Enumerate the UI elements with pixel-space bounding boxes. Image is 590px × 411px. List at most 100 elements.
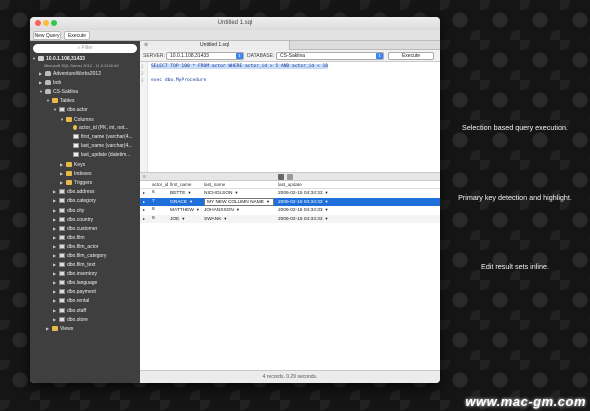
tree-node-label: dbo.film_text [67, 262, 96, 269]
tree-node[interactable]: ▶ dbo.category [30, 196, 140, 205]
chevron-down-icon: ⇕ [236, 53, 243, 59]
tree-node[interactable]: ▶ dbo.language [30, 278, 140, 287]
filter-input[interactable]: ⌕ Filter [33, 44, 137, 53]
cell-actor_id[interactable]: 9 [152, 215, 168, 224]
cell-dropdown-icon[interactable]: ▼ [325, 190, 329, 195]
cell-actor_id[interactable]: 8 [152, 206, 168, 215]
column-icon [73, 133, 79, 139]
tree-node[interactable]: ▼ CS-Saklina [30, 87, 140, 96]
cell-value: 9 [152, 215, 155, 221]
cell-value: MATTHEW [170, 208, 194, 213]
table-icon [59, 243, 65, 249]
cell-actor_id[interactable]: 6 [152, 189, 168, 198]
sql-editor[interactable]: 1 SELECT TOP 100 * FROM actor WHERE actor… [140, 62, 440, 172]
tree-node[interactable]: ▶ AdventureWorks2012 [30, 69, 140, 78]
tree-node[interactable]: ▶ Keys [30, 160, 140, 169]
column-header[interactable]: actor_id [152, 181, 168, 189]
cell-last_update[interactable]: 2006-02-15 04:34:33 ▼ [278, 215, 338, 225]
tree-node[interactable]: ▶ Views [30, 324, 140, 333]
tree-node[interactable]: ▼ Tables [30, 96, 140, 105]
tree-node[interactable]: ▶ dbo.film_text [30, 260, 140, 269]
tree-node-label: first_name (varchar(4... [81, 133, 133, 140]
cell-dropdown-icon[interactable]: ▼ [235, 190, 239, 195]
row-expand-icon[interactable]: ▸ [143, 198, 145, 207]
tree-node[interactable]: ▶ dbo.inventory [30, 269, 140, 278]
close-tab-icon[interactable]: ⊗ [144, 41, 148, 50]
cell-dropdown-icon[interactable]: ▼ [189, 199, 193, 204]
tree-node[interactable]: ▼ dbo.actor [30, 105, 140, 114]
table-row[interactable]: ▸ 6 BETTE ▼ NICHOLSON ▼ 2006-02-15 04:34:33 ▼ [140, 189, 440, 198]
tree-node[interactable]: ▶ dbo.payment [30, 287, 140, 296]
tree-node[interactable]: last_update (datetim... [30, 151, 140, 160]
tree-node[interactable]: ▶ dbo.store [30, 315, 140, 324]
tree-node[interactable]: last_name (varchar(4... [30, 142, 140, 151]
cell-dropdown-icon[interactable]: ▼ [325, 216, 329, 221]
row-expand-icon[interactable]: ▸ [143, 189, 145, 198]
cell-first_name[interactable]: JOE ▼ [170, 215, 202, 225]
tree-node[interactable]: ▶ dbo.customer [30, 224, 140, 233]
tree-node[interactable]: actor_id (PK, int, not... [30, 124, 140, 133]
drag-handle-icon[interactable]: ≡ [143, 174, 149, 180]
tree-node[interactable]: ▶ Triggers [30, 178, 140, 187]
execute-button[interactable]: Execute [388, 52, 434, 60]
cell-dropdown-icon[interactable]: ▼ [236, 207, 240, 212]
column-header[interactable]: first_name [170, 181, 202, 189]
table-icon [59, 234, 65, 240]
tree-node[interactable]: ▶ Indexes [30, 169, 140, 178]
database-icon [45, 80, 51, 86]
column-header[interactable]: last_update [278, 181, 338, 189]
table-icon [59, 289, 65, 295]
tree-node-label: actor_id (PK, int, not... [79, 124, 129, 131]
tree-node[interactable]: ▶ dbo.staff [30, 306, 140, 315]
cell-last_name[interactable]: SWANK ▼ [204, 215, 274, 225]
database-icon [45, 89, 51, 95]
cell-last_name[interactable]: MY NEW COLUMN NAME ▼ [204, 197, 274, 206]
cell-dropdown-icon[interactable]: ▼ [223, 216, 227, 221]
cell-value: 2006-02-15 04:34:33 [278, 191, 323, 196]
tree-node[interactable]: first_name (varchar(4... [30, 133, 140, 142]
cell-dropdown-icon[interactable]: ▼ [196, 207, 200, 212]
copy-icon[interactable] [287, 174, 293, 180]
column-header[interactable]: last_name [204, 181, 274, 189]
tree-node[interactable]: ▶ dbo.city [30, 206, 140, 215]
table-icon [59, 298, 65, 304]
server-select[interactable]: 10.0.1.108,31433 ⇕ [166, 52, 244, 60]
tree-node[interactable]: ▶ dbo.address [30, 187, 140, 196]
cell-dropdown-icon[interactable]: ▼ [187, 190, 191, 195]
tree-node-label: CS-Saklina [53, 89, 79, 96]
cell-dropdown-icon[interactable]: ▼ [325, 207, 329, 212]
tree-node[interactable]: ▶ dbo.film_actor [30, 242, 140, 251]
zoom-window-button[interactable] [51, 20, 57, 26]
tree-node[interactable]: ▼ Columns [30, 115, 140, 124]
code-line[interactable]: exec dbo.MyProcedure [151, 78, 206, 83]
tab-untitled[interactable]: ⊗ Untitled 1.sql [140, 41, 290, 50]
table-row[interactable]: ▸ 8 MATTHEW ▼ JOHANSSON ▼ 2006-02-15 04:34:33 ▼ [140, 206, 440, 215]
table-icon [59, 252, 65, 258]
tree-node[interactable]: ▶ dbo.film [30, 233, 140, 242]
tree-node[interactable]: ▶ dbo.film_category [30, 251, 140, 260]
tree-node-label: dbo.store [67, 316, 88, 323]
results-splitter[interactable]: ≡ [140, 172, 440, 181]
toolbar-execute-button[interactable]: Execute [64, 31, 90, 40]
database-select[interactable]: CS-Saklina ⇕ [276, 52, 384, 60]
new-query-button[interactable]: New Query [33, 31, 61, 40]
tree-node[interactable]: ▶ dbo.country [30, 215, 140, 224]
row-expand-icon[interactable]: ▸ [143, 206, 145, 215]
cell-dropdown-icon[interactable]: ▼ [181, 216, 185, 221]
minimize-window-button[interactable] [43, 20, 49, 26]
table-row[interactable]: ▸ 7 GRACE ▼ MY NEW COLUMN NAME ▼ 2006-02-15 04… [140, 197, 440, 207]
server-node[interactable]: ▼ 10.0.1.108,31433 [30, 54, 140, 63]
cell-dropdown-icon[interactable]: ▼ [325, 199, 329, 204]
tree-node[interactable]: ▶ bob [30, 78, 140, 87]
tree-node-label: dbo.staff [67, 307, 87, 314]
table-row[interactable]: ▸ 9 JOE ▼ SWANK ▼ 2006-02-15 04:34:33 ▼ [140, 214, 440, 225]
tree-node[interactable]: ▶ dbo.rental [30, 296, 140, 305]
row-expand-icon[interactable]: ▸ [143, 215, 145, 224]
cell-value: JOHANSSON [204, 208, 234, 213]
close-window-button[interactable] [35, 20, 41, 26]
server-label: SERVER: [143, 53, 165, 59]
cell-dropdown-icon[interactable]: ▼ [266, 199, 270, 204]
folder-view-icon[interactable] [278, 174, 284, 180]
cell-actor_id[interactable]: 7 [152, 198, 168, 207]
code-line[interactable]: SELECT TOP 100 * FROM actor WHERE actor_… [151, 64, 329, 69]
